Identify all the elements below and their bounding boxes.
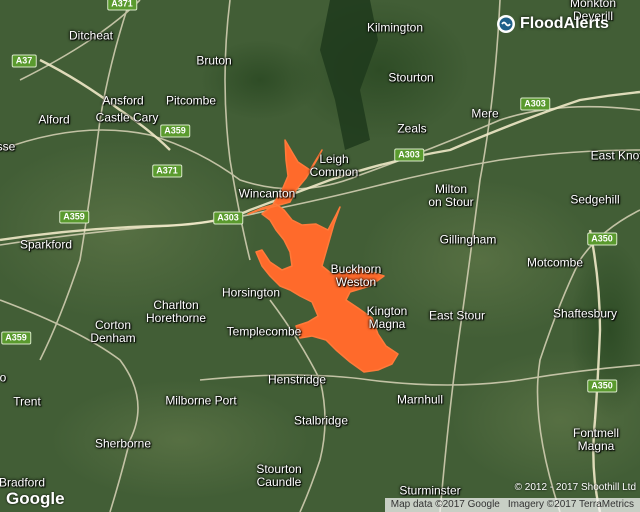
place-label-zeals: Zeals xyxy=(397,121,427,136)
copyright-text: © 2012 - 2017 Shoothill Ltd xyxy=(514,482,636,493)
place-label-charlton-horethorne: Charlton Horethorne xyxy=(145,298,207,325)
place-label-sherborne: Sherborne xyxy=(94,436,152,451)
place-label-stourton: Stourton xyxy=(388,70,434,85)
place-label-castle-cary: Castle Cary xyxy=(95,110,159,125)
road-shield-a350-top: A350 xyxy=(587,232,617,246)
place-label-east-knoyle: East Knoy xyxy=(590,148,640,163)
road-shield-a371-mid: A371 xyxy=(152,164,182,178)
imagery-attribution[interactable]: Imagery ©2017 TerraMetrics xyxy=(508,498,634,512)
place-label-buckhorn-weston: Buckhorn Weston xyxy=(330,262,382,289)
place-label-fontmell-magna: Fontmell Magna xyxy=(572,426,620,453)
place-label-kington-magna: Kington Magna xyxy=(366,304,408,331)
floodalerts-logo-icon xyxy=(497,15,515,33)
place-label-henstridge: Henstridge xyxy=(267,372,327,387)
place-label-stalbridge: Stalbridge xyxy=(293,413,349,428)
place-label-motcombe: Motcombe xyxy=(526,255,584,270)
google-logo[interactable]: Google xyxy=(6,489,65,509)
place-label-pitcombe: Pitcombe xyxy=(165,93,217,108)
map-data-attribution[interactable]: Map data ©2017 Google xyxy=(391,498,500,512)
place-label-sturminster: Sturminster xyxy=(399,483,461,498)
place-label-kilmington: Kilmington xyxy=(366,20,424,35)
place-label-stourton-caundle: Stourton Caundle xyxy=(256,462,302,489)
road-shield-a37: A37 xyxy=(11,54,37,68)
place-label-corton-denham: Corton Denham xyxy=(90,318,136,345)
road-shield-a303-mid: A303 xyxy=(394,148,424,162)
place-label-sse: sse xyxy=(0,139,16,154)
road-shield-a371-top: A371 xyxy=(107,0,137,11)
road-shield-a303-center: A303 xyxy=(213,211,243,225)
road-shield-a359-left: A359 xyxy=(59,210,89,224)
place-label-sedgehill: Sedgehill xyxy=(570,192,620,207)
place-label-bruton: Bruton xyxy=(196,53,232,68)
place-label-templecombe: Templecombe xyxy=(226,324,302,339)
place-label-leigh-common: Leigh Common xyxy=(309,152,359,179)
attribution-bar: Map data ©2017 Google Imagery ©2017 Terr… xyxy=(384,498,640,512)
place-label-gillingham: Gillingham xyxy=(439,232,497,247)
road-shield-a303-ne: A303 xyxy=(520,97,550,111)
place-label-sparkford: Sparkford xyxy=(19,237,73,252)
place-label-alford: Alford xyxy=(38,112,70,127)
place-label-milton-on-stour: Milton on Stour xyxy=(428,182,474,209)
place-label-milborne-port: Milborne Port xyxy=(165,393,237,408)
floodalerts-brand[interactable]: FloodAlerts xyxy=(496,11,609,37)
place-label-mere: Mere xyxy=(471,106,499,121)
brand-name: FloodAlerts xyxy=(520,15,609,32)
place-label-shaftesbury: Shaftesbury xyxy=(552,306,618,321)
road-shield-a350-bottom: A350 xyxy=(587,379,617,393)
place-label-east-stour: East Stour xyxy=(428,308,486,323)
map-view[interactable]: Monkton Deverill Ditcheat Kilmington Bruton S… xyxy=(0,0,640,512)
road-shield-a359-mid: A359 xyxy=(160,124,190,138)
road-shield-a359-bottom: A359 xyxy=(1,331,31,345)
place-label-marnhull: Marnhull xyxy=(396,392,444,407)
place-label-o: o xyxy=(0,370,7,385)
place-label-wincanton: Wincanton xyxy=(238,186,296,201)
place-label-bradford: Bradford xyxy=(0,475,46,490)
place-label-horsington: Horsington xyxy=(221,285,281,300)
place-label-ditcheat: Ditcheat xyxy=(68,28,114,43)
place-label-ansford: Ansford xyxy=(102,93,144,108)
place-label-trent: Trent xyxy=(13,394,41,409)
